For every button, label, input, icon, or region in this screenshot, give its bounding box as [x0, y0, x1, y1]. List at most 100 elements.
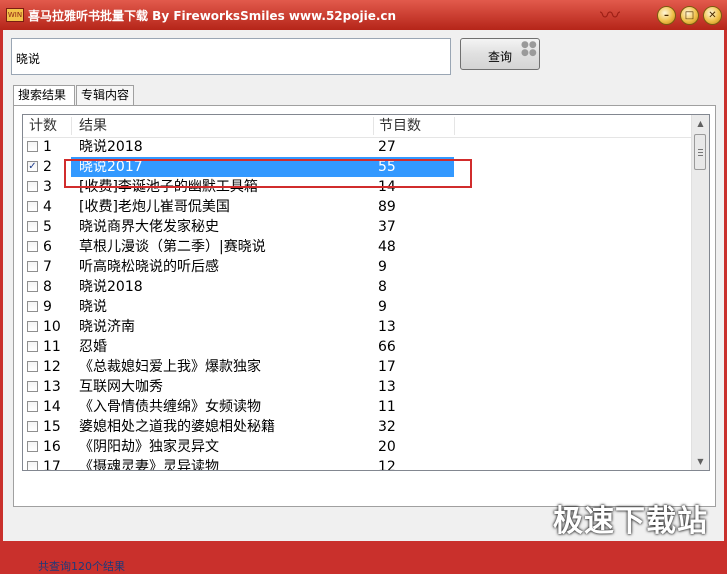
table-row[interactable]: 11 忍婚 66: [23, 337, 691, 357]
query-button-label: 查询: [488, 50, 513, 64]
app-window: WIN 喜马拉雅听书批量下载 By FireworksSmiles www.52…: [0, 0, 727, 573]
row-result-name: 婆媳相处之道我的婆媳相处秘籍: [79, 419, 275, 435]
row-episode-count: 89: [378, 199, 396, 215]
row-checkbox[interactable]: [27, 461, 38, 470]
table-row[interactable]: 14 《入骨情债共缠绵》女频读物 11: [23, 397, 691, 417]
row-checkbox[interactable]: [27, 381, 38, 392]
results-panel: 计数 结果 节目数 1 晓说2018 27 ✓ 2 晓说2017 55 3 [收费]李诞池子的幽…: [13, 105, 716, 573]
row-checkbox[interactable]: [27, 441, 38, 452]
row-number: 15: [43, 419, 61, 435]
scroll-down-icon[interactable]: ▼: [692, 453, 709, 470]
row-checkbox[interactable]: [27, 261, 38, 272]
title-bar[interactable]: WIN 喜马拉雅听书批量下载 By FireworksSmiles www.52…: [0, 0, 727, 30]
table-row[interactable]: 8 晓说2018 8: [23, 277, 691, 297]
tab-album-content[interactable]: 专辑内容: [76, 85, 134, 105]
row-number: 1: [43, 139, 52, 155]
row-episode-count: 12: [378, 459, 396, 471]
status-text: 共查询120个结果: [38, 560, 125, 573]
table-row[interactable]: 10 晓说济南 13: [23, 317, 691, 337]
row-checkbox[interactable]: ✓: [27, 161, 38, 172]
row-checkbox[interactable]: [27, 361, 38, 372]
vertical-scrollbar[interactable]: ▲ ▼: [691, 115, 709, 470]
row-episode-count: 13: [378, 319, 396, 335]
client-area: 晓说 查询 ●● ●● 搜索结果 专辑内容 计数 结果 节目数 1 晓说2018 27…: [3, 30, 724, 573]
row-number: 8: [43, 279, 52, 295]
column-header-episodes[interactable]: 节目数: [379, 115, 421, 137]
row-checkbox[interactable]: [27, 341, 38, 352]
row-episode-count: 66: [378, 339, 396, 355]
row-episode-count: 9: [378, 259, 387, 275]
row-checkbox[interactable]: [27, 221, 38, 232]
table-row[interactable]: 13 互联网大咖秀 13: [23, 377, 691, 397]
table-row[interactable]: 12 《总裁媳妇爱上我》爆款独家 17: [23, 357, 691, 377]
tab-search-results[interactable]: 搜索结果: [13, 85, 75, 106]
row-result-name: [收费]老炮儿崔哥侃美国: [79, 199, 230, 215]
row-number: 11: [43, 339, 61, 355]
row-number: 14: [43, 399, 61, 415]
row-checkbox[interactable]: [27, 321, 38, 332]
column-header-count[interactable]: 计数: [29, 115, 57, 137]
row-checkbox[interactable]: [27, 181, 38, 192]
row-result-name: 听高晓松晓说的听后感: [79, 259, 219, 275]
list-header: 计数 结果 节目数: [23, 115, 691, 138]
row-number: 10: [43, 319, 61, 335]
row-episode-count: 20: [378, 439, 396, 455]
row-number: 13: [43, 379, 61, 395]
query-button[interactable]: 查询 ●● ●●: [460, 38, 540, 70]
row-result-name: 互联网大咖秀: [79, 379, 163, 395]
window-title: 喜马拉雅听书批量下载 By FireworksSmiles www.52poji…: [28, 9, 397, 23]
row-result-name: 晓说: [79, 299, 107, 315]
row-number: 16: [43, 439, 61, 455]
table-row[interactable]: 6 草根儿漫谈（第二季）|赛晓说 48: [23, 237, 691, 257]
row-episode-count: 17: [378, 359, 396, 375]
row-result-name: 《摄魂灵妻》灵异读物: [79, 459, 219, 471]
row-episode-count: 32: [378, 419, 396, 435]
row-result-name: 《阴阳劫》独家灵异文: [79, 439, 219, 455]
row-number: 6: [43, 239, 52, 255]
row-episode-count: 8: [378, 279, 387, 295]
row-checkbox[interactable]: [27, 201, 38, 212]
row-number: 4: [43, 199, 52, 215]
table-row[interactable]: 17 《摄魂灵妻》灵异读物 12: [23, 457, 691, 471]
table-row[interactable]: 4 [收费]老炮儿崔哥侃美国 89: [23, 197, 691, 217]
row-episode-count: 27: [378, 139, 396, 155]
column-header-result[interactable]: 结果: [79, 115, 107, 137]
row-checkbox[interactable]: [27, 301, 38, 312]
row-checkbox[interactable]: [27, 141, 38, 152]
search-input-value: 晓说: [16, 52, 41, 66]
row-number: 9: [43, 299, 52, 315]
row-checkbox[interactable]: [27, 401, 38, 412]
table-row[interactable]: 5 晓说商界大佬发家秘史 37: [23, 217, 691, 237]
maximize-button[interactable]: □: [680, 6, 699, 25]
row-episode-count: 13: [378, 379, 396, 395]
table-row[interactable]: 9 晓说 9: [23, 297, 691, 317]
row-result-name: 忍婚: [79, 339, 107, 355]
table-row[interactable]: 15 婆媳相处之道我的婆媳相处秘籍 32: [23, 417, 691, 437]
row-number: 17: [43, 459, 61, 471]
table-row[interactable]: 1 晓说2018 27: [23, 137, 691, 157]
row-result-name: 《入骨情债共缠绵》女频读物: [79, 399, 261, 415]
scroll-thumb[interactable]: [694, 134, 706, 170]
row-number: 3: [43, 179, 52, 195]
search-input[interactable]: 晓说: [11, 38, 451, 75]
minimize-button[interactable]: –: [657, 6, 676, 25]
watermark: 极速下载站: [553, 504, 708, 539]
row-episode-count: 9: [378, 299, 387, 315]
table-row[interactable]: 7 听高晓松晓说的听后感 9: [23, 257, 691, 277]
row-result-name: 晓说2018: [79, 279, 143, 295]
row-number: 7: [43, 259, 52, 275]
row-checkbox[interactable]: [27, 241, 38, 252]
row-number: 12: [43, 359, 61, 375]
row-result-name: 晓说济南: [79, 319, 135, 335]
row-checkbox[interactable]: [27, 421, 38, 432]
row-checkbox[interactable]: [27, 281, 38, 292]
close-button[interactable]: ✕: [703, 6, 722, 25]
scroll-up-icon[interactable]: ▲: [692, 115, 709, 132]
decorative-swirl-icon: 〰: [600, 3, 620, 27]
highlight-box: [64, 159, 472, 188]
table-row[interactable]: 16 《阴阳劫》独家灵异文 20: [23, 437, 691, 457]
row-result-name: 草根儿漫谈（第二季）|赛晓说: [79, 239, 266, 255]
row-result-name: 晓说商界大佬发家秘史: [79, 219, 219, 235]
row-result-name: 晓说2018: [79, 139, 143, 155]
row-episode-count: 48: [378, 239, 396, 255]
